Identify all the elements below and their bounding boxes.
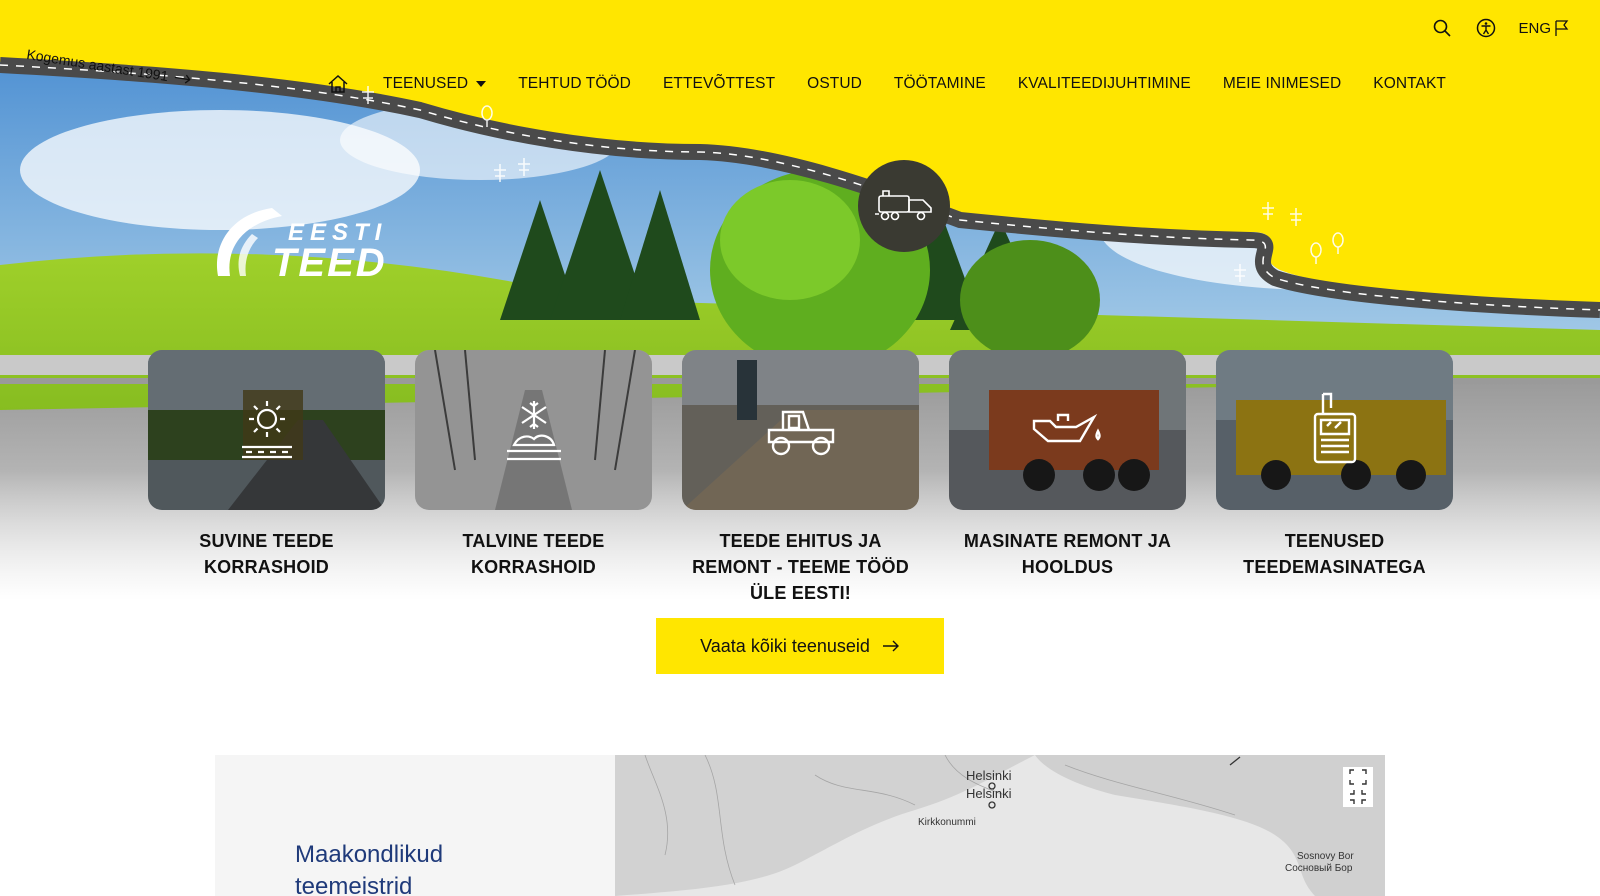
accessibility-icon[interactable] bbox=[1474, 16, 1498, 40]
service-card-maintenance[interactable]: MASINATE REMONT JA HOOLDUS bbox=[949, 350, 1186, 600]
service-title: TALVINE TEEDE KORRASHOID bbox=[462, 531, 605, 577]
service-title: TEEDE EHITUS JA REMONT - TEEME TÖÖD ÜLE … bbox=[692, 531, 909, 600]
service-card-road-machines[interactable]: TEENUSED TEEDEMASINATEGA bbox=[1216, 350, 1453, 600]
service-card-image[interactable] bbox=[949, 350, 1186, 510]
service-card-summer[interactable]: SUVINE TEEDE KORRASHOID bbox=[148, 350, 385, 600]
flag-icon bbox=[1555, 20, 1569, 36]
truck-front-icon bbox=[1313, 392, 1356, 464]
arrow-right-icon bbox=[882, 640, 899, 652]
service-card-image[interactable] bbox=[1216, 350, 1453, 510]
map-label-kirkkonummi: Kirkkonummi bbox=[918, 817, 976, 828]
map-label-helsinki: Helsinki bbox=[966, 786, 1012, 801]
service-card-construction[interactable]: TEEDE EHITUS JA REMONT - TEEME TÖÖD ÜLE … bbox=[682, 350, 919, 600]
all-services-button[interactable]: Vaata kõiki teenuseid bbox=[656, 618, 944, 674]
top-utility-bar: ENG bbox=[1430, 16, 1570, 40]
logo-line2: TEED bbox=[272, 241, 387, 284]
nav-meie-inimesed[interactable]: MEIE INIMESED bbox=[1207, 75, 1357, 93]
oil-can-icon bbox=[1032, 413, 1101, 443]
hero-banner: Kogemus aastast 1991 ENG TEENUSED TEHTUD… bbox=[0, 0, 1600, 600]
nav-kvaliteedijuhtimine[interactable]: KVALITEEDIJUHTIMINE bbox=[1002, 75, 1207, 93]
service-title: SUVINE TEEDE KORRASHOID bbox=[199, 531, 334, 577]
map-view[interactable]: Helsinki Helsinki Kirkkonummi Sosnovy Bo… bbox=[615, 755, 1385, 896]
map-section-title: Maakondlikud teemeistrid bbox=[295, 841, 444, 896]
company-logo[interactable]: EESTI TEED bbox=[212, 204, 427, 284]
nav-teenused[interactable]: TEENUSED bbox=[367, 75, 502, 93]
snow-road-icon bbox=[506, 401, 561, 461]
map-label-sosnovy-bor: Sosnovy Bor bbox=[1297, 851, 1354, 862]
home-icon bbox=[328, 74, 348, 93]
map-label-helsinki: Helsinki bbox=[966, 768, 1012, 783]
sun-road-icon bbox=[241, 401, 292, 459]
nav-tehtud-tood[interactable]: TEHTUD TÖÖD bbox=[502, 75, 647, 93]
nav-ettevottest[interactable]: ETTEVÕTTEST bbox=[647, 75, 791, 93]
service-card-image[interactable] bbox=[682, 350, 919, 510]
service-cards: SUVINE TEEDE KORRASHOID TALVINE TEEDE KO… bbox=[148, 350, 1453, 600]
road-truck-icon bbox=[875, 190, 932, 221]
map-section: Maakondlikud teemeistrid Helsinki Helsin… bbox=[215, 755, 1385, 896]
fullscreen-exit-icon bbox=[1350, 790, 1366, 804]
service-card-winter[interactable]: TALVINE TEEDE KORRASHOID bbox=[415, 350, 652, 600]
nav-ostud[interactable]: OSTUD bbox=[791, 75, 878, 93]
fullscreen-icon bbox=[1349, 769, 1367, 785]
service-card-image[interactable] bbox=[148, 350, 385, 510]
service-title: TEENUSED TEEDEMASINATEGA bbox=[1243, 531, 1426, 577]
nav-kontakt[interactable]: KONTAKT bbox=[1357, 75, 1462, 93]
language-switch[interactable]: ENG bbox=[1518, 19, 1570, 37]
main-navigation: TEENUSED TEHTUD TÖÖD ETTEVÕTTEST OSTUD T… bbox=[325, 74, 1462, 94]
truck-badge bbox=[858, 160, 950, 252]
service-card-image[interactable] bbox=[415, 350, 652, 510]
service-title: MASINATE REMONT JA HOOLDUS bbox=[963, 531, 1172, 577]
tractor-icon bbox=[767, 410, 834, 456]
fullscreen-button[interactable] bbox=[1343, 767, 1373, 807]
nav-home[interactable] bbox=[325, 74, 367, 94]
search-icon[interactable] bbox=[1430, 16, 1454, 40]
map-label-sosnovy-bor-cyrillic: Сосновый Бор bbox=[1285, 863, 1353, 874]
chevron-down-icon bbox=[476, 81, 487, 87]
nav-tootamine[interactable]: TÖÖTAMINE bbox=[878, 75, 1002, 93]
arrow-right-icon bbox=[175, 74, 191, 84]
map-side-panel: Maakondlikud teemeistrid bbox=[215, 755, 615, 896]
